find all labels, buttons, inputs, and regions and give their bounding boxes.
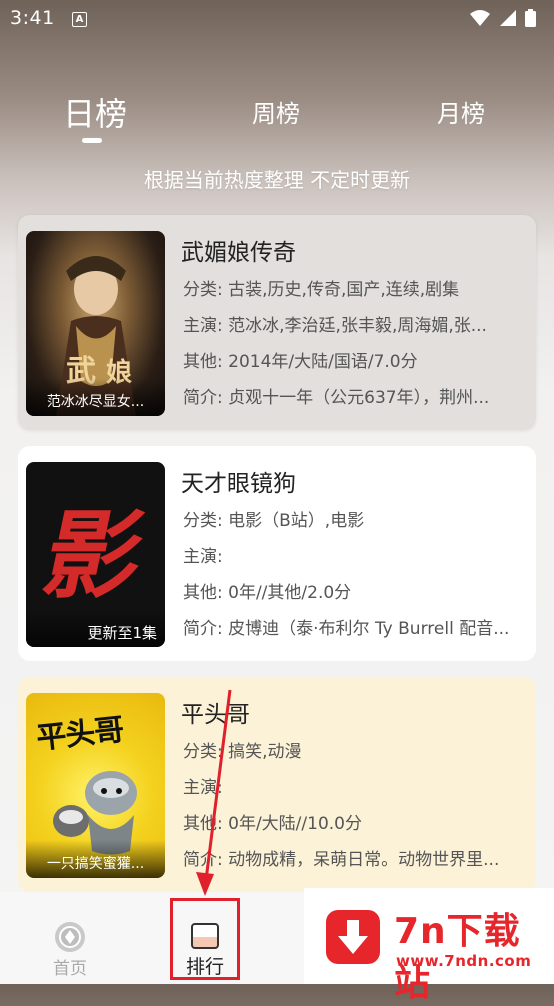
thumbnail-caption: 范冰冰尽显女... xyxy=(26,378,165,416)
item-intro: 简介: 贞观十一年（公元637年），荆州... xyxy=(183,388,490,408)
status-icons xyxy=(469,9,536,27)
signal-icon xyxy=(500,10,516,26)
poster-glyph: 影 xyxy=(33,499,154,612)
item-cast: 主演: xyxy=(183,547,223,567)
wifi-icon xyxy=(470,10,490,26)
item-cast: 主演: 范冰冰,李治廷,张丰毅,周海媚,张... xyxy=(183,316,487,336)
ranking-icon xyxy=(191,923,219,949)
status-time: 3:41 xyxy=(10,7,55,29)
item-intro: 简介: 皮博迪（泰·布利尔 Ty Burrell 配音... xyxy=(183,619,510,639)
nav-home-label: 首页 xyxy=(53,959,87,979)
item-title[interactable]: 平头哥 xyxy=(181,695,250,729)
item-intro: 简介: 动物成精，呆萌日常。动物世界里... xyxy=(183,850,500,870)
tab-daily[interactable]: 日榜 xyxy=(63,88,127,140)
list-item[interactable]: 平头哥 一只搞笑蜜獾... 平头哥 分类: 搞笑,动漫 主演: 其他: 0年/大… xyxy=(18,677,536,892)
item-category: 分类: 搞笑,动漫 xyxy=(183,742,302,762)
item-title[interactable]: 武媚娘传奇 xyxy=(181,233,296,267)
episode-caption: 更新至1集 xyxy=(26,609,165,647)
item-cast: 主演: xyxy=(183,778,223,798)
poster-thumbnail[interactable]: 平头哥 一只搞笑蜜獾... xyxy=(26,693,165,878)
poster-thumbnail[interactable]: 影 更新至1集 xyxy=(26,462,165,647)
tab-monthly[interactable]: 月榜 xyxy=(437,88,485,140)
ranking-subtitle: 根据当前热度整理 不定时更新 xyxy=(143,168,411,192)
item-title[interactable]: 天才眼镜狗 xyxy=(181,464,296,498)
tab-weekly[interactable]: 周榜 xyxy=(252,88,300,140)
item-other-info: 其他: 0年//其他/2.0分 xyxy=(183,583,352,603)
thumbnail-caption: 一只搞笑蜜獾... xyxy=(26,840,165,878)
nav-home[interactable]: 首页 xyxy=(42,922,98,979)
item-category: 分类: 电影（B站）,电影 xyxy=(183,511,365,531)
nav-rank-label: 排行 xyxy=(185,956,224,978)
watermark-url: www.7ndn.com xyxy=(396,952,532,970)
nav-rank[interactable]: 排行 xyxy=(170,898,240,980)
item-other-info: 其他: 2014年/大陆/国语/7.0分 xyxy=(183,352,418,372)
notification-a-icon: A xyxy=(72,12,87,27)
item-category: 分类: 古装,历史,传奇,国产,连续,剧集 xyxy=(183,280,460,300)
list-item[interactable]: 影 更新至1集 天才眼镜狗 分类: 电影（B站）,电影 主演: 其他: 0年//… xyxy=(18,446,536,661)
list-item[interactable]: 武 娘 范冰冰尽显女... 武媚娘传奇 分类: 古装,历史,传奇,国产,连续,剧… xyxy=(18,215,536,430)
home-icon xyxy=(55,922,85,952)
download-logo-icon xyxy=(326,910,380,964)
item-other-info: 其他: 0年/大陆//10.0分 xyxy=(183,814,362,834)
active-tab-indicator xyxy=(82,138,102,143)
battery-icon xyxy=(525,9,536,27)
watermark: 7n下载站 www.7ndn.com xyxy=(304,888,554,1004)
status-bar: 3:41 A xyxy=(0,0,554,38)
poster-thumbnail[interactable]: 武 娘 范冰冰尽显女... xyxy=(26,231,165,416)
